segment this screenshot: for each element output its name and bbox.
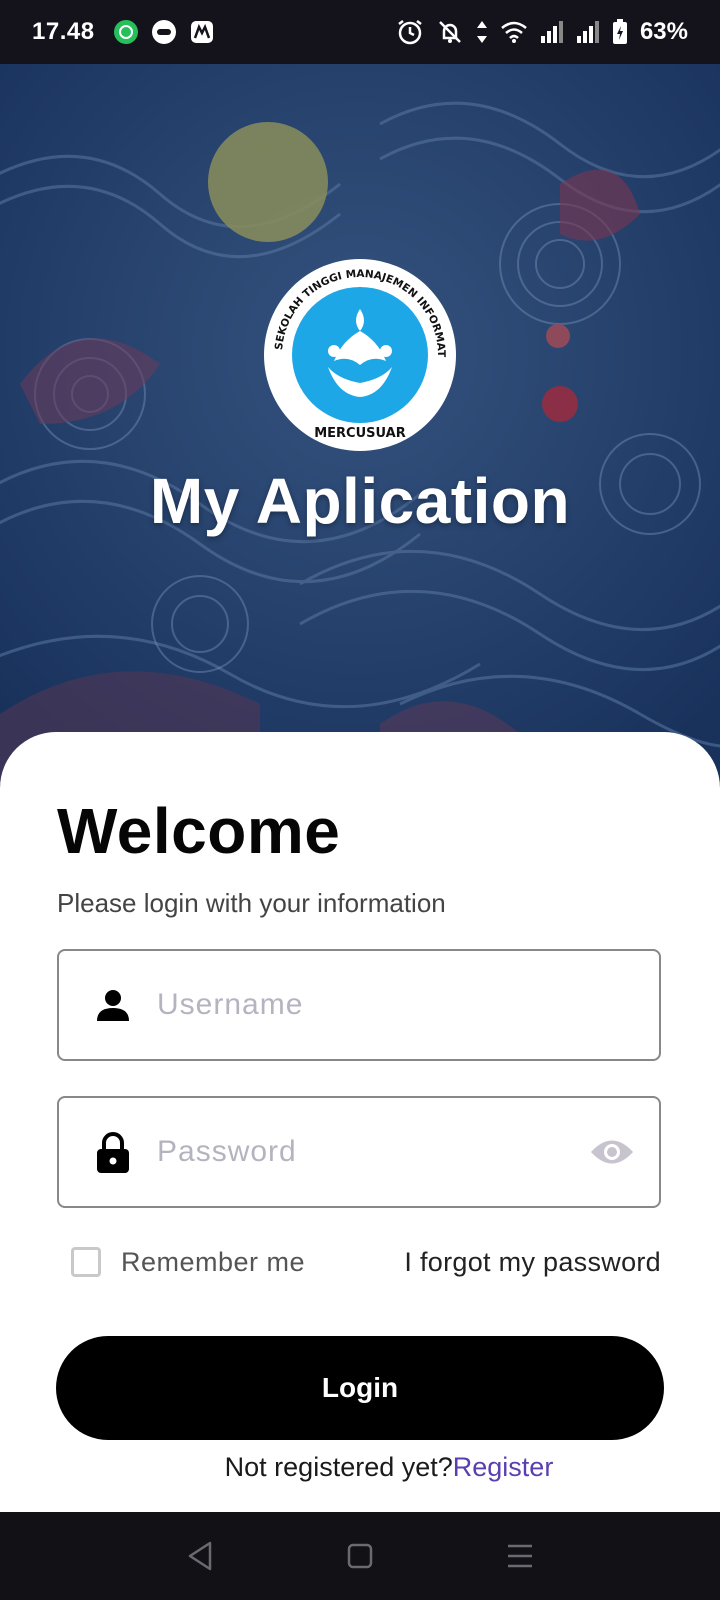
institution-logo: SEKOLAH TINGGI MANAJEMEN INFORMATIKA DAN… (257, 248, 458, 453)
login-button[interactable]: Login (56, 1336, 664, 1440)
register-prompt: Not registered yet?Register (0, 1452, 720, 1483)
app-title: My Aplication (149, 465, 571, 537)
register-link[interactable]: Register (453, 1452, 554, 1482)
whatsapp-icon (113, 19, 139, 45)
eye-icon[interactable] (589, 1136, 635, 1168)
hero-banner: SEKOLAH TINGGI MANAJEMEN INFORMATIKA DAN… (0, 64, 720, 784)
menu-icon[interactable] (496, 1532, 544, 1580)
chat-icon (151, 19, 177, 45)
remember-row: Remember me I forgot my password (57, 1242, 661, 1282)
password-input[interactable] (155, 1134, 589, 1170)
login-subtitle: Please login with your information (57, 888, 446, 918)
remember-me-label[interactable]: Remember me (121, 1247, 305, 1278)
password-field[interactable] (57, 1096, 661, 1208)
bell-off-icon (436, 18, 464, 46)
system-status-icons: 63% (396, 18, 688, 46)
home-icon[interactable] (336, 1532, 384, 1580)
back-icon[interactable] (176, 1532, 224, 1580)
system-nav-bar (0, 1512, 720, 1600)
battery-charging-icon (612, 19, 628, 45)
notification-icons (113, 19, 215, 45)
welcome-heading: Welcome (57, 795, 341, 867)
login-card: Welcome Please login with your informati… (0, 732, 720, 1512)
status-bar: 17.48 63% (0, 0, 720, 64)
username-input[interactable] (155, 987, 659, 1023)
person-icon (95, 987, 131, 1023)
data-arrows-icon (476, 19, 488, 45)
alarm-icon (396, 18, 424, 46)
forgot-password-link[interactable]: I forgot my password (404, 1247, 661, 1278)
status-time: 17.48 (32, 18, 95, 45)
lock-icon (95, 1132, 131, 1173)
gallery-icon (189, 19, 215, 45)
remember-me-checkbox[interactable] (71, 1247, 101, 1277)
logo-bottom-text: MERCUSUAR (314, 426, 406, 441)
signal-icon (576, 21, 600, 43)
username-field[interactable] (57, 949, 661, 1061)
battery-percent: 63% (639, 18, 688, 45)
wifi-icon (500, 20, 528, 44)
register-prompt-text: Not registered yet? (224, 1452, 453, 1482)
signal-icon (540, 21, 564, 43)
